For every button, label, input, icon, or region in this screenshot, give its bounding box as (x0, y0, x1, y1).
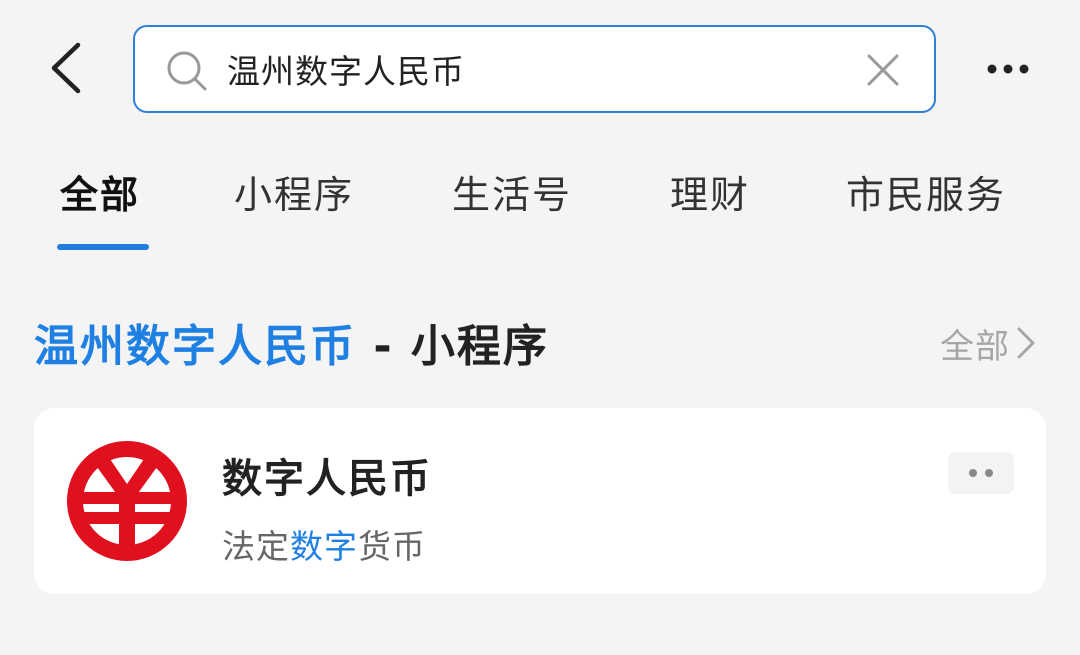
more-button[interactable] (978, 44, 1038, 94)
search-input[interactable] (227, 41, 847, 97)
digital-rmb-logo-icon (67, 441, 187, 561)
chevron-right-icon (1017, 327, 1035, 359)
result-card[interactable]: 数字人民币 法定数字货币 (34, 408, 1046, 594)
section-more-link[interactable]: 全部 (940, 318, 1038, 368)
back-button[interactable] (36, 38, 96, 98)
tab-finance[interactable]: 理财 (670, 164, 750, 219)
active-tab-indicator (57, 244, 149, 250)
top-bar (0, 0, 1080, 140)
section-title-highlight: 温州数字人民币 (34, 321, 356, 372)
more-horizontal-icon (987, 64, 1029, 74)
more-dots-icon (969, 469, 993, 477)
card-more-button[interactable] (948, 452, 1014, 494)
tab-all[interactable]: 全部 (60, 164, 140, 219)
app-description: 法定数字货币 (222, 520, 426, 568)
tab-life-accounts[interactable]: 生活号 (452, 164, 572, 219)
app-desc-prefix: 法定 (222, 527, 290, 566)
close-icon[interactable] (864, 51, 902, 89)
search-icon (167, 51, 207, 91)
app-desc-highlight: 数字 (290, 527, 358, 566)
section-title: 温州数字人民币 - 小程序 (34, 310, 549, 374)
tab-mini-programs[interactable]: 小程序 (234, 164, 354, 219)
chevron-left-icon (51, 42, 81, 94)
section-title-rest: - 小程序 (356, 321, 549, 372)
tab-citizen-services[interactable]: 市民服务 (846, 164, 1006, 219)
category-tabs: 全部 小程序 生活号 理财 市民服务 (0, 150, 1080, 260)
app-name[interactable]: 数字人民币 (222, 446, 432, 504)
search-box[interactable] (133, 25, 936, 113)
app-desc-suffix: 货币 (358, 527, 426, 566)
section-more-label: 全部 (940, 326, 1010, 367)
